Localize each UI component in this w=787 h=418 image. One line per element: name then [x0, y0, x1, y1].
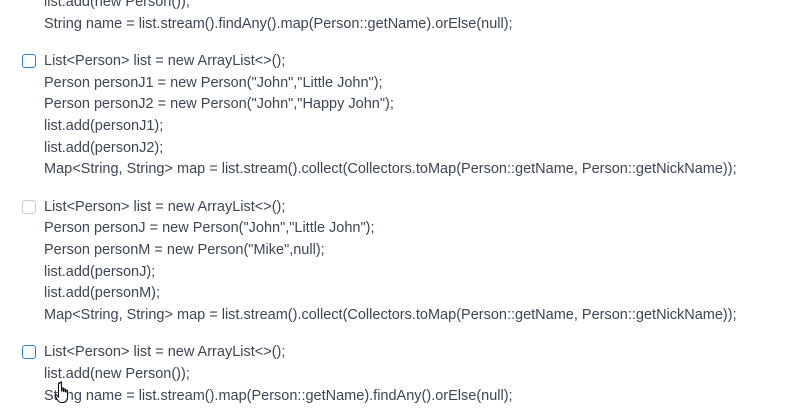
- code-line: list.add(personJ1);: [44, 117, 164, 134]
- code-line: list.add(new Person());: [44, 0, 190, 10]
- code-line: list.add(personM);: [44, 285, 161, 302]
- code-line: String name = list.stream().findAny().ma…: [44, 15, 513, 32]
- option-c-checkbox[interactable]: [22, 199, 36, 214]
- option-b[interactable]: List<Person> list = new ArrayList<>(); P…: [0, 51, 787, 181]
- code-line: Person personJ2 = new Person("John","Hap…: [44, 96, 394, 113]
- question-options: list.add(new Person()); String name = li…: [0, 0, 787, 407]
- option-b-checkbox[interactable]: [22, 54, 36, 69]
- code-line: list.add(personJ2);: [44, 139, 164, 156]
- code-line: List<Person> list = new ArrayList<>();: [44, 344, 286, 361]
- option-c[interactable]: List<Person> list = new ArrayList<>(); P…: [0, 197, 787, 327]
- code-line: Person personJ = new Person("John","Litt…: [44, 220, 375, 237]
- option-d-checkbox[interactable]: [22, 345, 36, 360]
- code-line: list.add(personJ);: [44, 263, 156, 280]
- code-line: List<Person> list = new ArrayList<>();: [44, 53, 286, 70]
- code-line: Person personM = new Person("Mike",null)…: [44, 241, 325, 258]
- code-line: List<Person> list = new ArrayList<>();: [44, 198, 286, 215]
- code-line: Person personJ1 = new Person("John","Lit…: [44, 74, 383, 91]
- code-line: Map<String, String> map = list.stream().…: [44, 306, 737, 323]
- code-line: list.add(new Person());: [44, 365, 190, 382]
- option-a[interactable]: list.add(new Person()); String name = li…: [0, 0, 787, 35]
- code-line: Map<String, String> map = list.stream().…: [44, 161, 737, 178]
- option-d[interactable]: List<Person> list = new ArrayList<>(); l…: [0, 342, 787, 407]
- code-line: String name = list.stream().map(Person::…: [44, 387, 513, 404]
